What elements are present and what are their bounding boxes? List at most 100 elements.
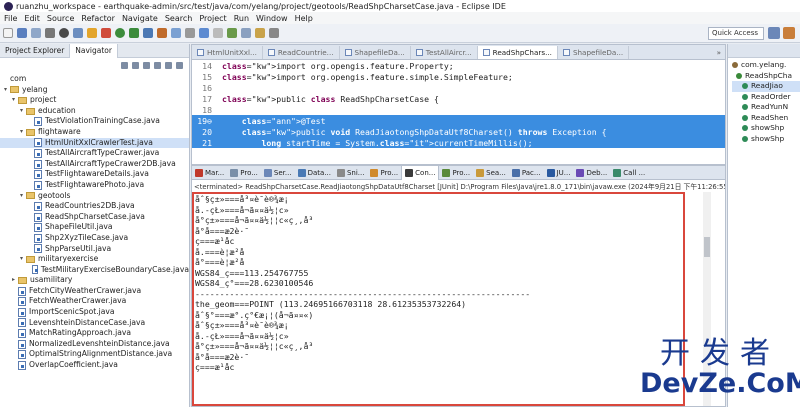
menu-item-navigate[interactable]: Navigate bbox=[122, 14, 158, 23]
toolbar-icon[interactable] bbox=[213, 28, 223, 38]
toolbar-icon[interactable] bbox=[199, 28, 209, 38]
editor-tab[interactable]: ShapefileDa... bbox=[558, 46, 630, 59]
tab-navigator[interactable]: Navigator bbox=[69, 43, 118, 58]
tree-folder[interactable]: ▾ project bbox=[0, 95, 189, 106]
outline-item[interactable]: ReadYunN bbox=[732, 102, 800, 113]
toolbar-icon[interactable] bbox=[73, 28, 83, 38]
editor-tab[interactable]: ShapefileDa... bbox=[340, 46, 411, 59]
menu-item-file[interactable]: File bbox=[4, 14, 17, 23]
toolbar-icon[interactable] bbox=[241, 28, 251, 38]
tree-item[interactable]: TestViolationTrainingCase.java bbox=[0, 116, 189, 127]
bottom-tab[interactable]: Deb... bbox=[573, 166, 610, 180]
print-icon[interactable] bbox=[45, 28, 55, 38]
tab-project-explorer[interactable]: Project Explorer bbox=[0, 44, 69, 58]
tree-item[interactable]: FetchWeatherCrawer.java bbox=[0, 296, 189, 307]
tree-folder[interactable]: ▾ yelang bbox=[0, 85, 189, 96]
bottom-tab[interactable]: Call ... bbox=[610, 166, 648, 180]
tree-folder[interactable]: ▾ education bbox=[0, 106, 189, 117]
quick-access-input[interactable]: Quick Access bbox=[708, 27, 764, 40]
code-area[interactable]: 14 class="kw">import org.opengis.feature.… bbox=[192, 60, 725, 148]
run-icon[interactable] bbox=[115, 28, 125, 38]
debug-icon[interactable] bbox=[129, 28, 139, 38]
menu-item-help[interactable]: Help bbox=[295, 14, 313, 23]
tree-folder[interactable]: ▸ usamilitary bbox=[0, 275, 189, 286]
toolbar-icon[interactable] bbox=[87, 28, 97, 38]
tree-item[interactable]: ShapeFileUtil.java bbox=[0, 222, 189, 233]
outline-item[interactable]: showShp bbox=[732, 134, 800, 145]
toolbar-icon[interactable] bbox=[185, 28, 195, 38]
toolbar-icon[interactable] bbox=[157, 28, 167, 38]
menu-item-run[interactable]: Run bbox=[234, 14, 249, 23]
console-output[interactable]: åˆ§ç±»===å³¤è¯è®¾æ¡ å.-çŁ»===å¬ã¤¤ä½¦c» å°… bbox=[192, 192, 685, 406]
outline-item[interactable]: com.yelang. bbox=[732, 60, 800, 71]
new-icon[interactable] bbox=[3, 28, 13, 38]
java-perspective-icon[interactable] bbox=[783, 27, 795, 39]
menu-item-project[interactable]: Project bbox=[199, 14, 226, 23]
editor-tab[interactable]: ReadCountrie... bbox=[263, 46, 340, 59]
outline-item[interactable]: ReadShen bbox=[732, 113, 800, 124]
more-tabs-icon[interactable]: » bbox=[713, 46, 725, 59]
code-line[interactable]: 20 class="kw">public void ReadJiaotongSh… bbox=[192, 126, 725, 137]
bottom-tab[interactable]: Pro... bbox=[367, 166, 401, 180]
tree-item[interactable]: TestFlightawarePhoto.java bbox=[0, 180, 189, 191]
toolbar-icon[interactable] bbox=[255, 28, 265, 38]
editor-tab[interactable]: ReadShpChars... bbox=[477, 46, 558, 59]
code-line[interactable]: 21 long startTime = System.class="it">cu… bbox=[192, 137, 725, 148]
collapse-icon[interactable] bbox=[154, 61, 161, 69]
tree-item[interactable]: OptimalStringAlignmentDistance.java bbox=[0, 349, 189, 360]
tree-item[interactable]: MatchRatingApproach.java bbox=[0, 328, 189, 339]
toolbar-icon[interactable] bbox=[269, 28, 279, 38]
forward-icon[interactable] bbox=[132, 61, 139, 69]
code-line[interactable]: 15 class="kw">import org.opengis.feature.… bbox=[192, 71, 725, 82]
menu-item-refactor[interactable]: Refactor bbox=[81, 14, 115, 23]
tree-item[interactable]: ReadCountries2DB.java bbox=[0, 201, 189, 212]
menu-item-edit[interactable]: Edit bbox=[24, 14, 40, 23]
menu-item-search[interactable]: Search bbox=[165, 14, 192, 23]
tree-item[interactable]: OverlapCoefficient.java bbox=[0, 360, 189, 371]
build-icon[interactable] bbox=[59, 28, 69, 38]
tree-item[interactable]: TestAllAircraftTypeCrawer.java bbox=[0, 148, 189, 159]
link-icon[interactable] bbox=[165, 61, 172, 69]
tree-folder[interactable]: ▾ flightaware bbox=[0, 127, 189, 138]
code-line[interactable]: 17 class="kw">public class ReadShpCharset… bbox=[192, 93, 725, 104]
bottom-tab[interactable]: JU... bbox=[544, 166, 574, 180]
tree-folder[interactable]: ▾ militaryexercise bbox=[0, 254, 189, 265]
outline-item[interactable]: ReadOrder bbox=[732, 92, 800, 103]
outline-item[interactable]: ReadShpCha bbox=[732, 71, 800, 82]
code-line[interactable]: 19⊖ class="ann">@Test bbox=[192, 115, 725, 126]
toolbar-icon[interactable] bbox=[143, 28, 153, 38]
outline-item[interactable]: ReadJiao bbox=[732, 81, 800, 92]
bottom-tab[interactable]: Mar... bbox=[192, 166, 227, 180]
tree-item[interactable]: LevenshteinDistanceCase.java bbox=[0, 318, 189, 329]
bottom-tab[interactable]: Sni... bbox=[334, 166, 368, 180]
outline-item[interactable]: showShp bbox=[732, 123, 800, 134]
tree-item[interactable]: TestAllAircraftTypeCrawer2DB.java bbox=[0, 159, 189, 170]
bottom-tab[interactable]: Pac... bbox=[509, 166, 544, 180]
save-icon[interactable] bbox=[17, 28, 27, 38]
tree-item[interactable]: NormalizedLevenshteinDistance.java bbox=[0, 339, 189, 350]
code-line[interactable]: 14 class="kw">import org.opengis.feature.… bbox=[192, 60, 725, 71]
tree-item[interactable]: FetchCityWeatherCrawer.java bbox=[0, 286, 189, 297]
bottom-tab[interactable]: Ser... bbox=[261, 166, 295, 180]
toolbar-icon[interactable] bbox=[227, 28, 237, 38]
save-all-icon[interactable] bbox=[31, 28, 41, 38]
tree-item[interactable]: TestFlightawareDetails.java bbox=[0, 169, 189, 180]
tree-item[interactable]: com bbox=[0, 74, 189, 85]
code-line[interactable]: 18 bbox=[192, 104, 725, 115]
toolbar-icon[interactable] bbox=[101, 28, 111, 38]
tree-folder[interactable]: ▾ geotools bbox=[0, 191, 189, 202]
up-icon[interactable] bbox=[143, 61, 150, 69]
editor-tab[interactable]: TestAllAircr... bbox=[411, 46, 478, 59]
toolbar-icon[interactable] bbox=[171, 28, 181, 38]
tree-item[interactable]: ImportScenicSpot.java bbox=[0, 307, 189, 318]
tree-item[interactable]: ShpParseUtil.java bbox=[0, 244, 189, 255]
bottom-tab[interactable]: Pro... bbox=[227, 166, 261, 180]
tree-item[interactable]: HtmlUnitXxlCrawlerTest.java bbox=[0, 137, 189, 149]
tree-item[interactable]: ReadShpCharsetCase.java bbox=[0, 212, 189, 223]
bottom-tab[interactable]: Sea... bbox=[473, 166, 509, 180]
back-icon[interactable] bbox=[121, 61, 128, 69]
editor-tab[interactable]: HtmlUnitXxl... bbox=[192, 46, 263, 59]
bottom-tab[interactable]: Data... bbox=[295, 166, 334, 180]
menu-icon[interactable] bbox=[176, 61, 183, 69]
menu-item-source[interactable]: Source bbox=[47, 14, 74, 23]
